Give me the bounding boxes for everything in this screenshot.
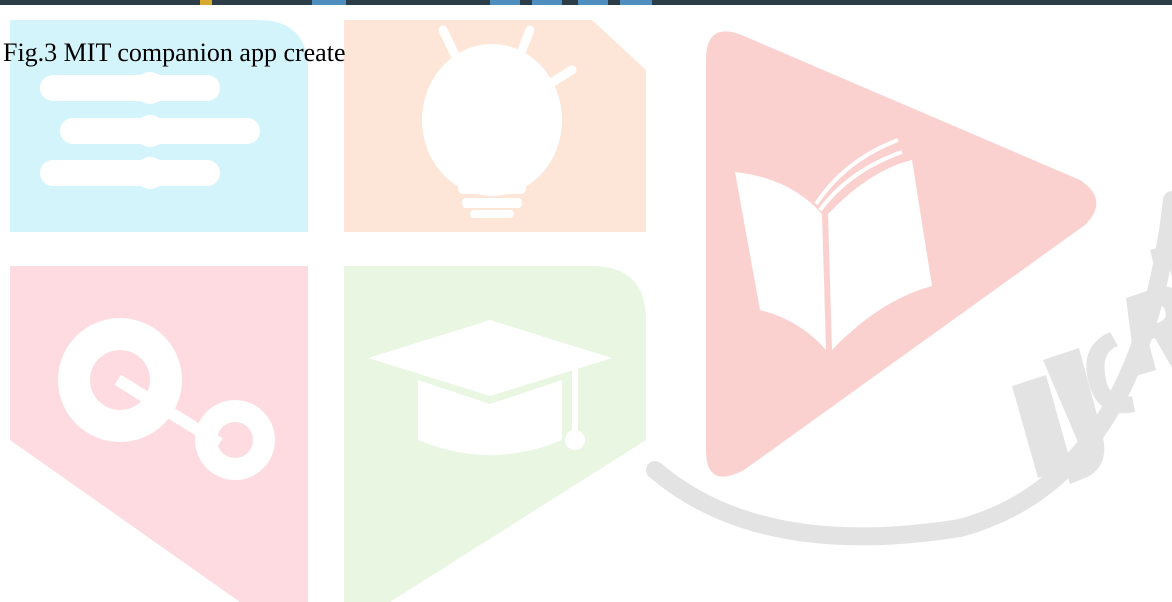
graduation-cap-icon: [344, 266, 646, 602]
light-bulb-icon: [344, 20, 646, 232]
gears-icon: [10, 266, 308, 602]
ijcrt-logo-letters: [1012, 242, 1172, 484]
figure-caption: Fig.3 MIT companion app create: [3, 38, 346, 67]
ijcrt-watermark-logo: [10, 20, 1172, 602]
